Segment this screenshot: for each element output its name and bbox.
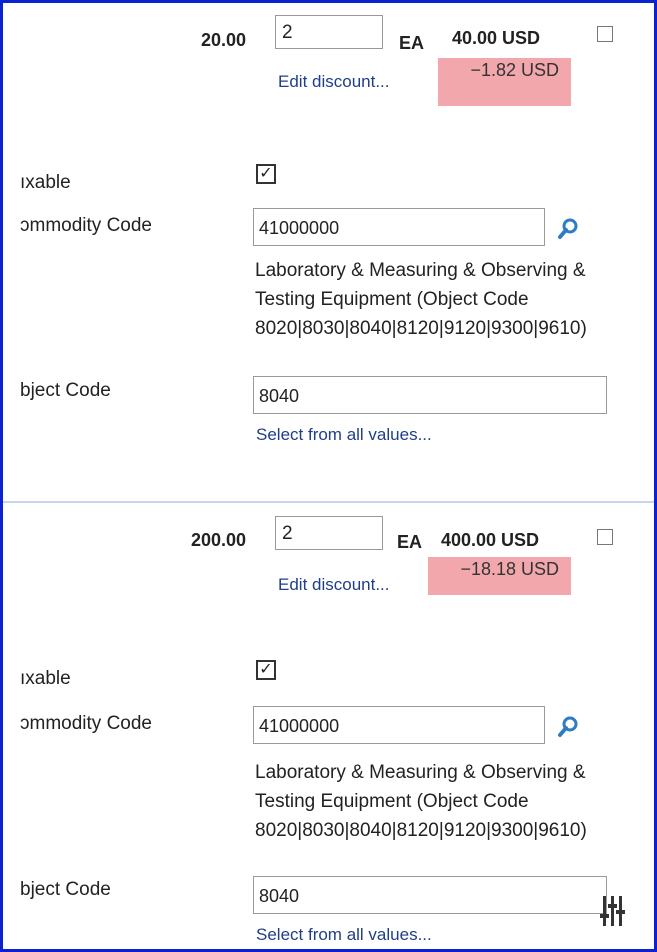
unit-of-measure: EA (397, 532, 423, 552)
search-icon[interactable] (557, 218, 579, 240)
quantity-input[interactable]: 2 (275, 516, 383, 550)
commodity-description: Laboratory & Measuring & Observing & Tes… (255, 260, 587, 339)
commodity-code-label: ɔmmodity Code (20, 215, 152, 236)
line-select-checkbox[interactable] (597, 529, 613, 545)
object-code-label: bject Code (20, 380, 111, 401)
unit-of-measure: EA (399, 33, 425, 53)
select-from-all-values-link[interactable]: Select from all values... (256, 425, 432, 445)
discount-badge: −18.18 USD (428, 557, 571, 595)
edit-discount-link[interactable]: Edit discount... (278, 575, 390, 595)
line-total: 400.00 USD (441, 530, 540, 550)
commodity-code-label: ɔmmodity Code (20, 713, 152, 734)
line-select-checkbox[interactable] (597, 26, 613, 42)
line-total: 40.00 USD (452, 28, 541, 48)
discount-badge: −1.82 USD (438, 58, 571, 106)
taxable-checkbox[interactable]: ✓ (256, 164, 276, 184)
taxable-checkbox[interactable]: ✓ (256, 660, 276, 680)
item-separator (3, 501, 654, 503)
column-settings-icon[interactable] (600, 894, 626, 933)
edit-discount-link[interactable]: Edit discount... (278, 72, 390, 92)
commodity-code-input[interactable]: 41000000 (253, 208, 545, 246)
object-code-label: bject Code (20, 879, 111, 900)
select-from-all-values-link[interactable]: Select from all values... (256, 925, 432, 945)
taxable-label: ıxable (20, 172, 71, 193)
object-code-input[interactable]: 8040 (253, 376, 607, 414)
unit-price: 200.00 (190, 530, 246, 550)
unit-price: 20.00 (200, 30, 246, 50)
taxable-label: ıxable (20, 668, 71, 689)
object-code-input[interactable]: 8040 (253, 876, 607, 914)
commodity-description: Laboratory & Measuring & Observing & Tes… (255, 762, 587, 841)
quantity-input[interactable]: 2 (275, 15, 383, 49)
commodity-code-input[interactable]: 41000000 (253, 706, 545, 744)
search-icon[interactable] (557, 716, 579, 738)
